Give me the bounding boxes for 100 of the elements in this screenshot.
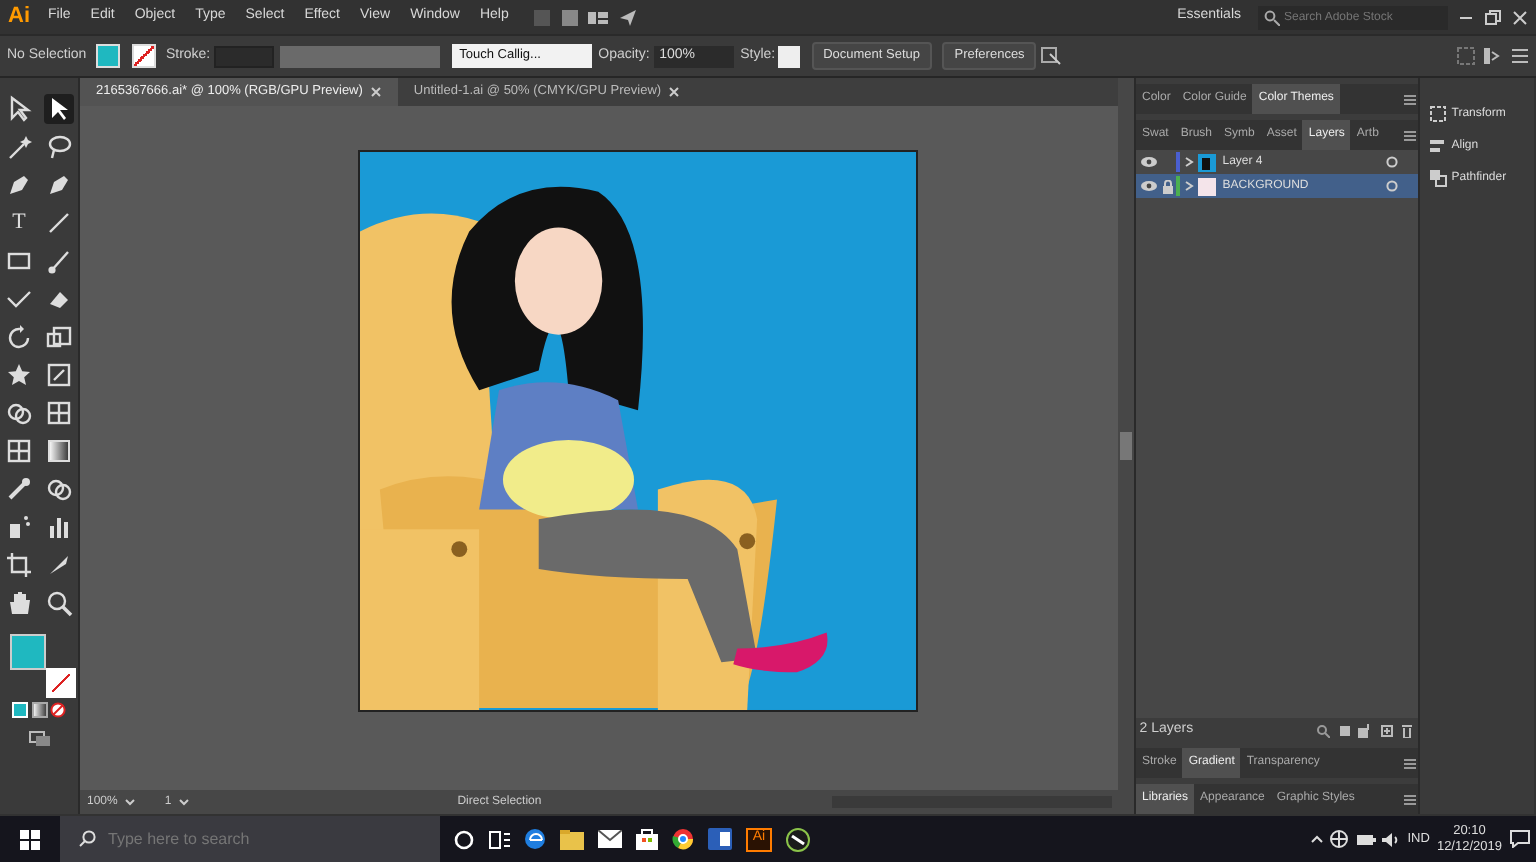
menu-icon[interactable] [1402,93,1418,105]
tool-button[interactable] [4,360,34,390]
hand-icon [4,588,34,618]
browser-icon[interactable] [524,828,546,850]
align-icon [1428,136,1448,156]
menu-icon[interactable] [1402,793,1418,805]
globe-icon[interactable] [1330,830,1349,848]
color-mode-icon[interactable] [11,701,28,718]
stroke-weight-field[interactable] [213,45,274,67]
circles-icon [4,398,34,428]
eye-icon[interactable] [1139,156,1158,168]
fill-swatch[interactable] [9,634,45,670]
grid-icon [4,436,34,466]
search-icon [78,830,96,848]
browser-icon[interactable] [672,828,694,850]
circle-app-icon[interactable] [786,827,810,851]
chevron-up-icon[interactable] [1309,834,1324,844]
caret-icon[interactable] [124,796,137,808]
shopping-bag-icon[interactable] [636,828,658,850]
tool-button[interactable] [44,246,74,276]
gradient-icon [44,436,74,466]
close-icon[interactable] [369,86,382,98]
app-logo[interactable]: Ai [0,0,38,34]
notification-icon[interactable] [1509,830,1529,848]
grid-icon [44,398,74,428]
align-icon[interactable] [1482,46,1502,66]
bar-chart-icon [44,512,74,542]
gradient-mode-icon[interactable] [31,701,47,718]
eye-icon[interactable] [1139,180,1158,192]
close-icon[interactable] [1509,7,1529,27]
rotate-icon [4,322,34,352]
scale-icon [44,322,74,352]
style-swatch[interactable] [778,45,801,67]
battery-icon[interactable] [1355,833,1376,845]
transform-icon [1428,104,1448,124]
search-icon [1264,9,1280,25]
scroll-thumb[interactable] [1120,432,1132,460]
sublayer-icon[interactable] [1358,723,1373,737]
brush-icon [44,246,74,276]
document-icon[interactable] [708,828,732,850]
fill-swatch[interactable] [96,44,121,68]
tool-button[interactable] [44,170,74,200]
tool-button[interactable] [4,474,34,504]
circles-icon [44,474,74,504]
frame-icon [44,360,74,390]
tool-button[interactable] [4,170,34,200]
screen-mode-icon[interactable] [27,729,51,748]
tool-button[interactable] [44,588,74,618]
tool-button[interactable] [44,474,74,504]
task-view-icon[interactable] [488,829,510,849]
trash-icon[interactable] [1400,723,1415,737]
envelope-icon[interactable] [598,830,622,848]
menu-icon[interactable] [1402,757,1418,769]
crop-icon [4,550,34,580]
tool-button[interactable] [4,436,34,466]
tool-button[interactable] [44,436,74,466]
tool-button[interactable] [44,132,74,162]
eyedropper-icon [4,474,34,504]
zoom-icon [44,588,74,618]
tool-button[interactable] [44,94,74,124]
square-icon[interactable] [1337,723,1352,737]
menu-icon[interactable] [1402,129,1418,141]
pathfinder-icon [1428,168,1448,188]
isolate-icon[interactable] [1455,46,1475,66]
tool-button[interactable] [4,132,34,162]
circle-icon[interactable] [454,829,474,849]
close-icon[interactable] [668,86,681,98]
line-icon [44,208,74,238]
stroke-swatch[interactable] [131,44,156,68]
arrange-documents-icon[interactable] [1040,46,1065,66]
folder-icon[interactable] [560,829,584,849]
caret-icon[interactable] [178,796,191,808]
pen-icon [44,170,74,200]
tool-button[interactable]: T [4,208,34,238]
tool-button[interactable] [44,322,74,352]
tool-button[interactable] [4,512,34,542]
tool-button[interactable] [4,588,34,618]
send-icon[interactable] [617,7,638,27]
windows-logo-icon [20,829,40,849]
wand-icon [4,132,34,162]
spray-icon [4,512,34,542]
restore-icon[interactable] [1482,7,1502,27]
tool-button[interactable] [44,512,74,542]
tool-button[interactable] [44,208,74,238]
lock-icon[interactable] [1161,179,1173,193]
tool-button[interactable] [44,398,74,428]
menu-icon[interactable] [1509,46,1529,66]
search-icon[interactable] [1316,723,1331,737]
pen-icon [4,170,34,200]
tool-button[interactable] [4,550,34,580]
speaker-icon[interactable] [1382,831,1401,847]
arrange-icon[interactable] [586,7,611,27]
star-icon [4,360,34,390]
search-field[interactable]: Type here to search [60,816,440,862]
tool-button[interactable] [44,360,74,390]
tool-button[interactable] [4,398,34,428]
new-layer-icon[interactable] [1379,723,1394,737]
variable-width-field[interactable] [280,45,441,67]
none-mode-icon[interactable] [50,701,67,718]
tool-button[interactable] [4,322,34,352]
